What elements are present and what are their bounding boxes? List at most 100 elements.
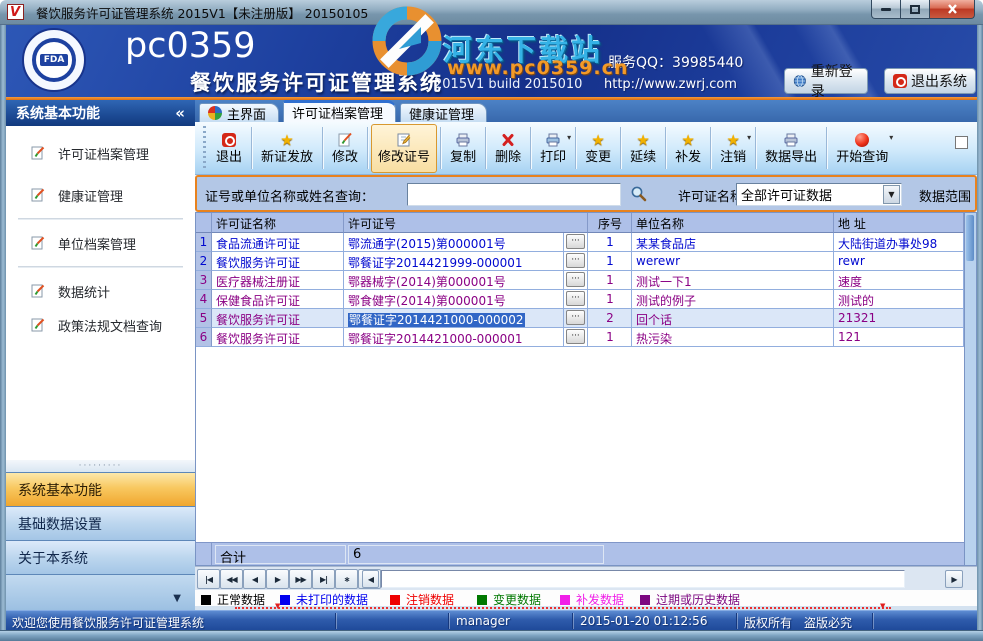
row-detail-button[interactable]: ···: [566, 234, 585, 249]
sidebar-item-health-cert[interactable]: 健康证管理: [6, 182, 195, 208]
toolbar-export-button[interactable]: 数据导出: [759, 125, 823, 172]
sidebar-item-unit-archive[interactable]: 单位档案管理: [6, 230, 195, 256]
tab-health-cert[interactable]: 健康证管理: [400, 103, 487, 122]
dropdown-caret-icon[interactable]: ▾: [567, 133, 571, 142]
status-user: manager: [456, 614, 510, 628]
toolbar-print-button[interactable]: 打印 ▾: [534, 125, 572, 172]
status-bar: 欢迎您使用餐饮服务许可证管理系统 manager 2015-01-20 01:1…: [6, 610, 977, 630]
row-detail-button[interactable]: ···: [566, 291, 585, 306]
fda-logo: FDA: [22, 28, 86, 92]
dropdown-caret-icon[interactable]: ▾: [889, 133, 893, 142]
sidebar-group-basic-functions[interactable]: 系统基本功能: [6, 472, 195, 506]
row-detail-button[interactable]: ···: [566, 253, 585, 268]
sidebar-item-policy-docs[interactable]: 政策法规文档查询: [6, 312, 195, 338]
close-icon: [947, 4, 958, 14]
app-window: V 餐饮服务许可证管理系统 2015V1【未注册版】 20150105 FDA …: [0, 0, 983, 641]
toolbar-edit-button[interactable]: 修改: [326, 125, 364, 172]
status-divider: [736, 613, 737, 629]
table-header-row: 许可证名称 许可证号 序号 单位名称 地 址: [196, 213, 964, 233]
nav-next-page-button[interactable]: ▶▶: [289, 569, 312, 589]
nav-next-button[interactable]: ▶: [266, 569, 289, 589]
nav-prior-page-button[interactable]: ◀◀: [220, 569, 243, 589]
header-seq[interactable]: 序号: [588, 213, 632, 233]
query-label: 证号或单位名称或姓名查询：: [205, 186, 374, 205]
tab-license-archive[interactable]: 许可证档案管理: [283, 100, 396, 122]
search-icon[interactable]: [630, 185, 648, 203]
status-divider: [572, 613, 573, 629]
sidebar-item-label: 数据统计: [58, 282, 110, 301]
tab-label: 许可证档案管理: [292, 103, 383, 122]
search-input[interactable]: [407, 183, 621, 206]
sidebar: 系统基本功能 « 许可证档案管理 健康证管理 单位档案管理 数据统计: [6, 100, 195, 610]
header-address[interactable]: 地 址: [834, 213, 964, 233]
maximize-button[interactable]: [901, 0, 930, 19]
nav-prior-button[interactable]: ◀: [243, 569, 266, 589]
sidebar-item-data-stats[interactable]: 数据统计: [6, 278, 195, 304]
table-row[interactable]: 1 食品流通许可证 鄂流通字(2015)第000001号 ··· 1 某某食品店…: [196, 233, 964, 252]
website-url[interactable]: http://www.zwrj.com: [604, 77, 737, 92]
table-row-selected[interactable]: 5 餐饮服务许可证 鄂餐证字2014421000-000002 ··· 2 回个…: [196, 309, 964, 328]
sidebar-group-label: 基础数据设置: [18, 514, 102, 534]
legend-swatch: [390, 595, 400, 605]
toolbar-exit-button[interactable]: 退出: [210, 125, 248, 172]
hscroll-left-button[interactable]: ◀: [362, 570, 379, 588]
toolbar-new-cert-button[interactable]: ★ 新证发放: [255, 125, 319, 172]
vertical-scrollbar[interactable]: [965, 212, 977, 566]
row-detail-button[interactable]: ···: [566, 329, 585, 344]
toolbar-revoke-button[interactable]: ★ 注销 ▾: [714, 125, 752, 172]
table-row[interactable]: 3 医疗器械注册证 鄂器械字(2014)第000001号 ··· 1 测试一下1…: [196, 271, 964, 290]
header-unit-name[interactable]: 单位名称: [632, 213, 834, 233]
maximize-icon: [910, 5, 920, 14]
row-detail-button[interactable]: ···: [566, 310, 585, 325]
export-icon: [783, 132, 799, 148]
dropdown-caret-icon[interactable]: ▾: [747, 133, 751, 142]
overflow-caret-icon[interactable]: ▼: [173, 593, 181, 604]
sidebar-splitter[interactable]: ·········: [6, 460, 195, 472]
note-icon: [30, 235, 46, 251]
relogin-button[interactable]: 重新登录: [784, 68, 868, 94]
select-caret-icon[interactable]: ▼: [883, 185, 900, 204]
search-panel: 证号或单位名称或姓名查询： 许可证名称: 全部许可证数据 ▼ 数据范围: [195, 175, 977, 212]
collapse-icon[interactable]: «: [175, 104, 185, 122]
header-license-no[interactable]: 许可证号: [344, 213, 588, 233]
scrollbar-thumb[interactable]: [966, 215, 974, 261]
toolbar-grip[interactable]: [203, 126, 206, 170]
sidebar-panel: 许可证档案管理 健康证管理 单位档案管理 数据统计 政策法规文档查询: [6, 126, 195, 460]
toolbar-copy-button[interactable]: 复制: [444, 125, 482, 172]
toolbar-extend-button[interactable]: ★ 延续: [624, 125, 662, 172]
sidebar-header: 系统基本功能 «: [6, 100, 195, 126]
nav-last-button[interactable]: ▶|: [312, 569, 335, 589]
toolbar-checkbox[interactable]: [955, 136, 968, 149]
toolbar-reissue-button[interactable]: ★ 补发: [669, 125, 707, 172]
sidebar-item-label: 政策法规文档查询: [58, 316, 162, 335]
exit-icon: [893, 74, 907, 88]
nav-first-button[interactable]: |◀: [197, 569, 220, 589]
toolbar-edit-certno-button[interactable]: 修改证号: [371, 124, 437, 173]
tab-main[interactable]: 主界面: [199, 103, 279, 122]
exit-system-button[interactable]: 退出系统: [884, 68, 976, 94]
query-ball-icon: [855, 133, 869, 147]
row-detail-button[interactable]: ···: [566, 272, 585, 287]
horizontal-scrollbar[interactable]: [381, 570, 905, 588]
close-button[interactable]: [930, 0, 975, 19]
minimize-button[interactable]: [871, 0, 901, 19]
table-row[interactable]: 6 餐饮服务许可证 鄂餐证字2014421000-000001 ··· 1 热污…: [196, 328, 964, 347]
nav-insert-button[interactable]: ∗: [335, 569, 358, 589]
star-icon: ★: [681, 132, 694, 149]
pinwheel-icon: [208, 106, 222, 120]
status-datetime: 2015-01-20 01:12:56: [580, 614, 707, 628]
sidebar-group-base-data[interactable]: 基础数据设置: [6, 506, 195, 540]
hscroll-right-button[interactable]: ▶: [945, 570, 963, 588]
sidebar-item-license-archive[interactable]: 许可证档案管理: [6, 140, 195, 166]
sidebar-group-about[interactable]: 关于本系统: [6, 540, 195, 574]
toolbar-query-button[interactable]: 开始查询 ▾: [830, 125, 894, 172]
table-row[interactable]: 2 餐饮服务许可证 鄂餐证字2014421999-000001 ··· 1 we…: [196, 252, 964, 271]
header-license-name[interactable]: 许可证名称: [212, 213, 344, 233]
sidebar-item-label: 许可证档案管理: [58, 144, 149, 163]
legend-swatch: [477, 595, 487, 605]
splitter-line: [235, 607, 891, 609]
cert-name-select[interactable]: 全部许可证数据 ▼: [736, 183, 902, 206]
toolbar-change-button[interactable]: ★ 变更: [579, 125, 617, 172]
toolbar-delete-button[interactable]: 删除: [489, 125, 527, 172]
table-row[interactable]: 4 保健食品许可证 鄂食健字(2014)第000001号 ··· 1 测试的例子…: [196, 290, 964, 309]
